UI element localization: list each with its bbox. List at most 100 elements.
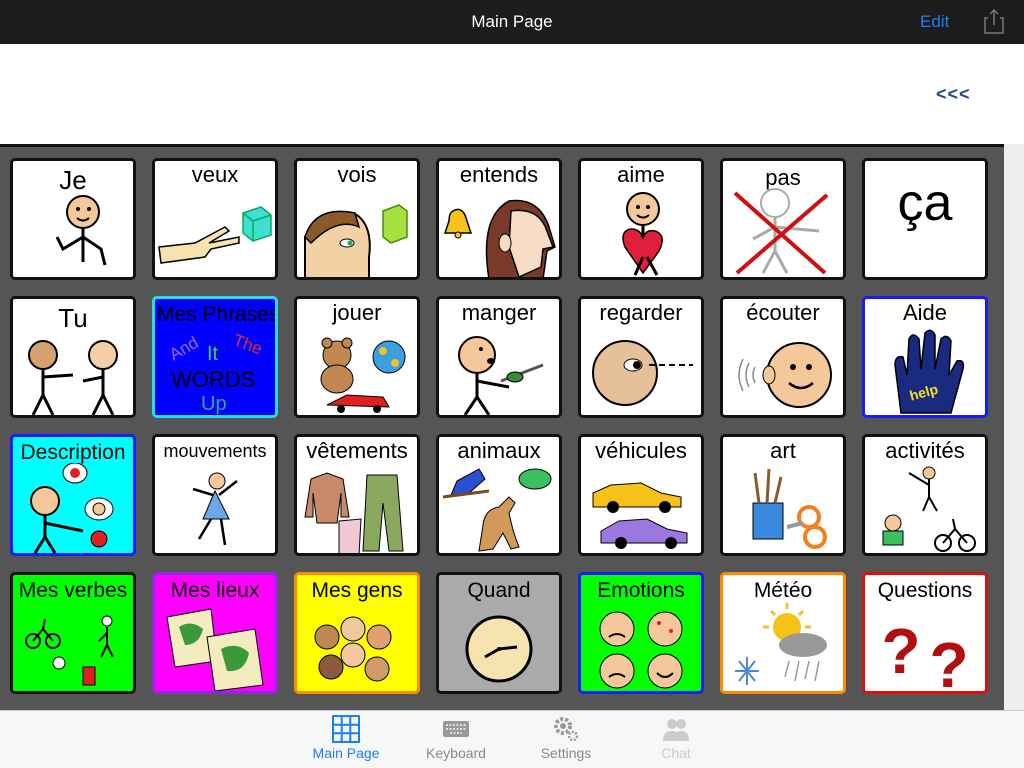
- tile-vois[interactable]: vois: [294, 158, 420, 280]
- help-hand-icon: help: [894, 329, 965, 414]
- tile-meteo[interactable]: Météo: [720, 572, 846, 694]
- tile-label: Aide: [902, 300, 948, 325]
- tile-label: Météo: [753, 579, 813, 602]
- tile-pas[interactable]: pas: [720, 158, 846, 280]
- people-faces-icon: [314, 616, 392, 682]
- tile-animaux[interactable]: animaux: [436, 434, 562, 556]
- svg-text:?: ?: [929, 629, 968, 691]
- tile-label: Description: [20, 441, 126, 464]
- edit-button[interactable]: Edit: [920, 12, 949, 32]
- tile-label: Questions: [877, 579, 973, 602]
- tile-label: entends: [459, 162, 539, 187]
- tile-mouvements[interactable]: mouvements: [152, 434, 278, 556]
- tile-mes-gens[interactable]: Mes gens: [294, 572, 420, 694]
- emotion-faces-icon: [599, 611, 683, 689]
- describe-icon: [30, 463, 114, 553]
- tile-label: aime: [617, 162, 665, 187]
- svg-text:?: ?: [881, 615, 920, 687]
- collage-word: The: [230, 330, 265, 359]
- tile-label: Mes gens: [311, 579, 403, 602]
- tile-questions[interactable]: Questions ? ?: [862, 572, 988, 694]
- collage-word: Up: [201, 393, 227, 415]
- message-bar[interactable]: <<<: [0, 44, 1004, 144]
- tab-main-page[interactable]: Main Page: [301, 715, 391, 761]
- tile-regarder[interactable]: regarder: [578, 296, 704, 418]
- page-title: Main Page: [471, 12, 553, 31]
- tile-vetements[interactable]: vêtements: [294, 434, 420, 556]
- collage-word: And: [166, 332, 202, 365]
- head-looking-icon: [592, 340, 693, 406]
- tile-label: Mes Phrases: [157, 303, 278, 326]
- grid-icon: [332, 715, 360, 743]
- verbs-icon: [25, 615, 114, 686]
- tab-label: Keyboard: [426, 745, 486, 761]
- art-supplies-icon: [752, 468, 827, 549]
- tile-aide[interactable]: Aide help: [862, 296, 988, 418]
- animals-icon: [442, 468, 552, 552]
- tile-activites[interactable]: activités: [862, 434, 988, 556]
- words-collage-icon: And It The WORDS Up: [155, 325, 275, 415]
- clock-icon: [465, 615, 533, 683]
- tile-ecouter[interactable]: écouter: [720, 296, 846, 418]
- cars-icon: [592, 482, 688, 549]
- person-you-icon: [28, 340, 118, 415]
- tile-ca[interactable]: ça: [862, 158, 988, 280]
- tile-je[interactable]: Je: [10, 158, 136, 280]
- tile-label: regarder: [599, 300, 683, 325]
- tab-chat[interactable]: Chat: [631, 715, 721, 761]
- head-listening-icon: [738, 342, 832, 408]
- girl-hearing-icon: [443, 199, 556, 277]
- tab-keyboard[interactable]: Keyboard: [411, 715, 501, 761]
- tile-label: veux: [191, 162, 239, 187]
- tile-mes-phrases[interactable]: Mes Phrases And It The WORDS Up: [152, 296, 278, 418]
- tile-art[interactable]: art: [720, 434, 846, 556]
- tile-mes-verbes[interactable]: Mes verbes: [10, 572, 136, 694]
- tile-jouer[interactable]: jouer: [294, 296, 420, 418]
- tab-label: Settings: [540, 745, 592, 761]
- person-heart-icon: [622, 192, 663, 276]
- tab-settings[interactable]: Settings: [521, 715, 611, 761]
- tile-veux[interactable]: veux: [152, 158, 278, 280]
- tile-label: activités: [885, 438, 965, 463]
- hand-want-icon: [158, 206, 272, 264]
- tile-label: Quand: [467, 579, 531, 602]
- keyboard-icon: [443, 721, 469, 737]
- crossed-out-person-icon: [733, 188, 829, 275]
- tile-label: manger: [461, 300, 537, 325]
- collage-word: It: [207, 343, 219, 365]
- tile-label: mouvements: [163, 441, 267, 461]
- toys-icon: [320, 337, 406, 413]
- tile-tu[interactable]: Tu: [10, 296, 136, 418]
- navigation-bar: Main Page Edit: [0, 0, 1024, 44]
- tile-emotions[interactable]: Emotions: [578, 572, 704, 694]
- tab-label: Main Page: [312, 745, 380, 761]
- share-icon[interactable]: [984, 8, 1004, 34]
- tile-label: animaux: [457, 438, 541, 463]
- tile-label: vois: [337, 162, 377, 187]
- tile-manger[interactable]: manger: [436, 296, 562, 418]
- collage-word: WORDS: [171, 367, 256, 392]
- tile-label: vêtements: [306, 438, 408, 463]
- tab-label: Chat: [661, 745, 691, 761]
- tile-quand[interactable]: Quand: [436, 572, 562, 694]
- chat-people-icon: [663, 719, 689, 741]
- weather-icon: [735, 603, 827, 685]
- tile-vehicules[interactable]: véhicules: [578, 434, 704, 556]
- person-eating-icon: [458, 336, 544, 415]
- tile-aime[interactable]: aime: [578, 158, 704, 280]
- tile-label: jouer: [332, 300, 382, 325]
- maps-icon: [166, 608, 264, 691]
- back-button[interactable]: <<<: [936, 84, 971, 105]
- tile-label: écouter: [746, 300, 820, 325]
- tile-label: Mes lieux: [170, 579, 260, 602]
- tab-bar: Main Page Keyboard Settings Chat: [0, 710, 1024, 768]
- tile-mes-lieux[interactable]: Mes lieux: [152, 572, 278, 694]
- tile-entends[interactable]: entends: [436, 158, 562, 280]
- activities-icon: [882, 466, 976, 552]
- question-marks-icon: ? ?: [881, 615, 968, 691]
- tile-label: ça: [897, 174, 953, 232]
- person-self-icon: [55, 195, 107, 266]
- tile-description[interactable]: Description: [10, 434, 136, 556]
- clothes-icon: [304, 472, 404, 553]
- tile-label: véhicules: [595, 438, 687, 463]
